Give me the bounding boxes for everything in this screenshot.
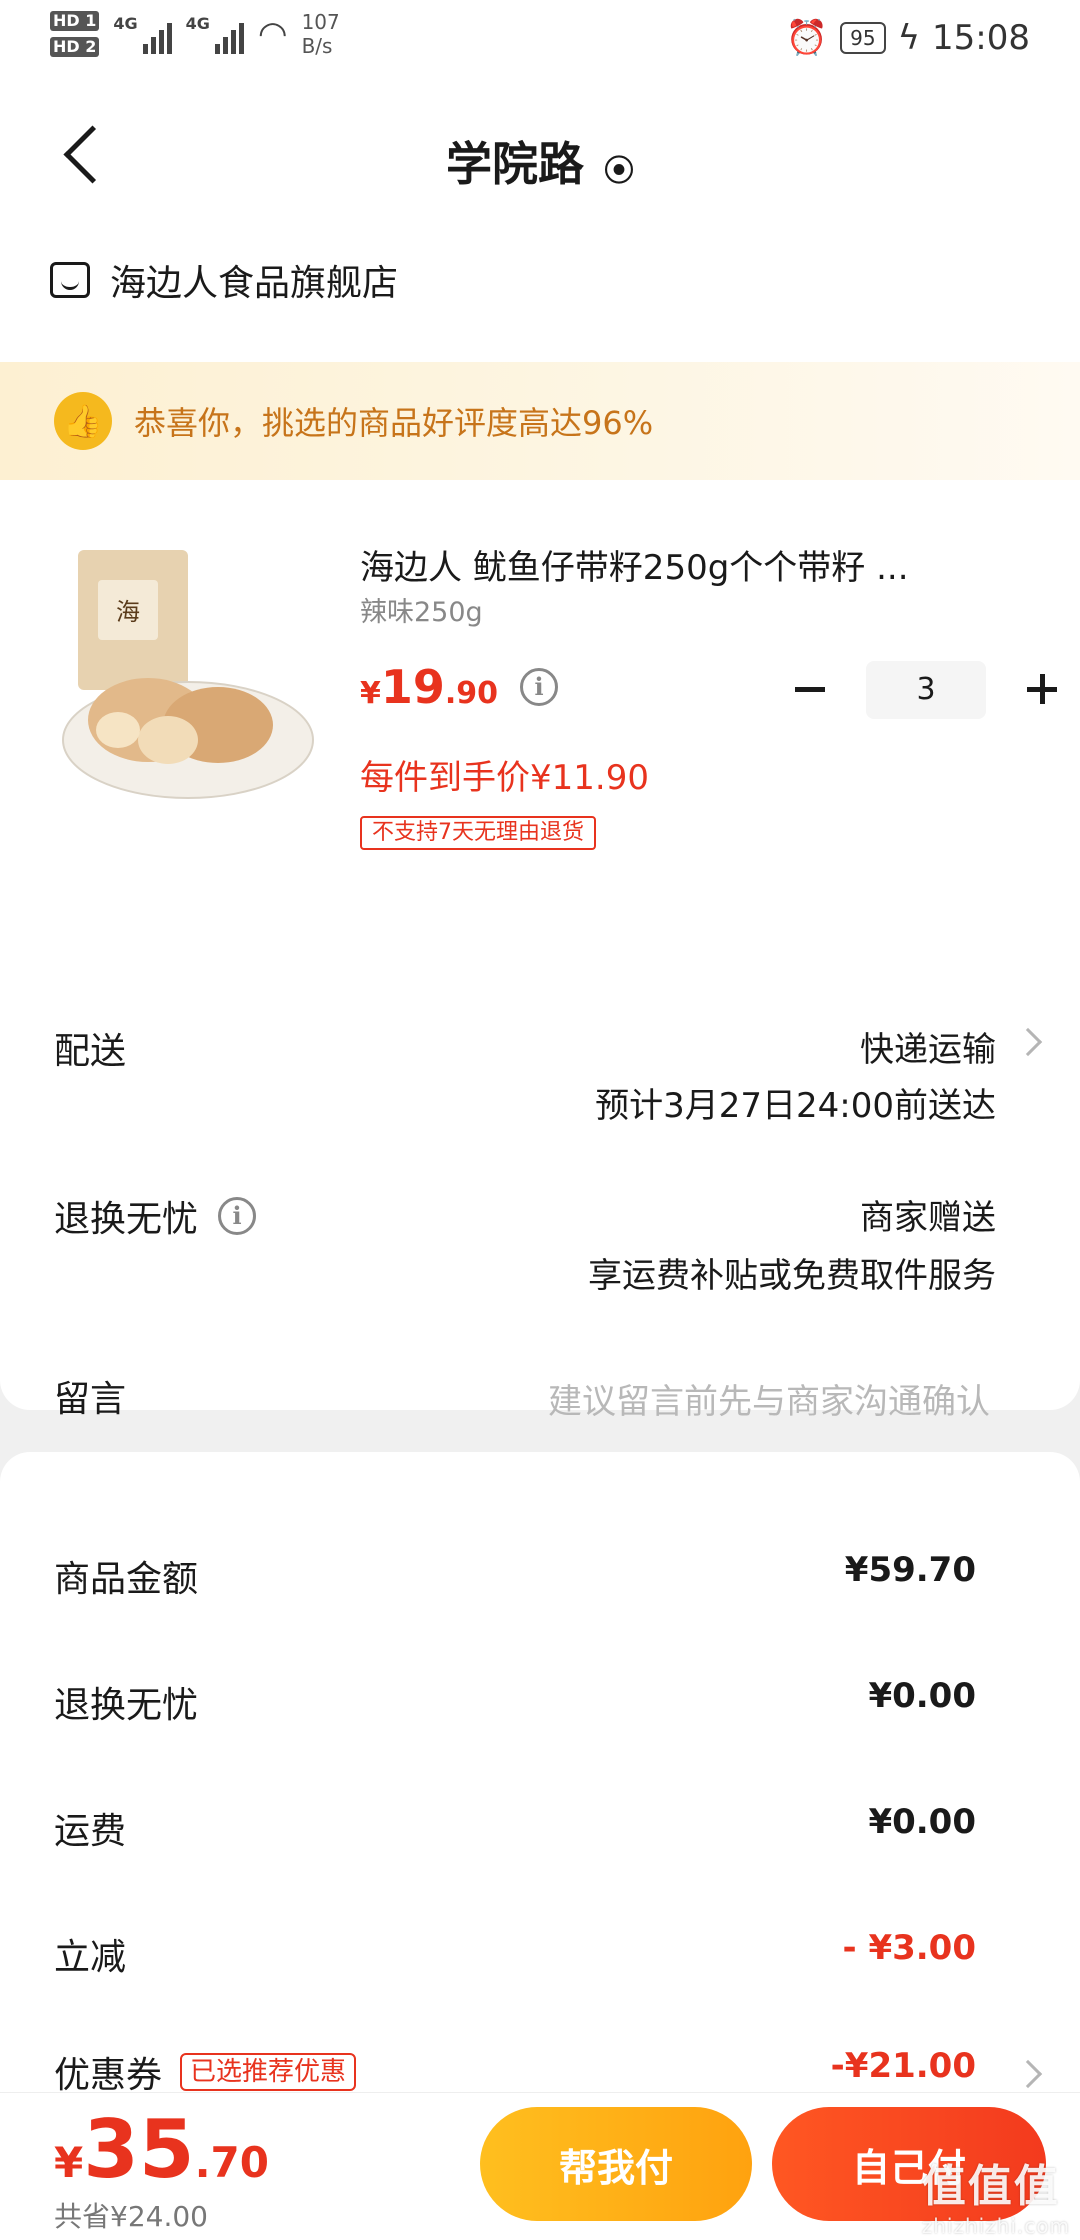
price-currency: ¥: [360, 676, 381, 711]
network-1-label: 4G: [113, 14, 138, 33]
delivery-method: 快递运输: [860, 1030, 996, 1070]
location-pin-icon: ⦿: [604, 153, 634, 189]
no-return-tag: 不支持7天无理由退货: [360, 816, 596, 850]
quantity-stepper: 3: [780, 660, 1072, 720]
alarm-icon: ⏰: [785, 18, 829, 58]
status-right: ⏰ 95 ϟ 15:08: [786, 18, 1030, 58]
total-integer: 35: [83, 2103, 195, 2196]
network-speed: 107 B/s: [302, 10, 340, 58]
summary-value: ¥0.00: [868, 1676, 976, 1716]
product-spec[interactable]: 辣味250g: [360, 590, 483, 629]
note-label: 留言: [54, 1379, 127, 1420]
wifi-icon: ◠: [257, 14, 288, 54]
product-image[interactable]: 海: [58, 540, 318, 810]
total-decimal: .70: [194, 2138, 269, 2187]
watermark-text: 值值值: [921, 2161, 1060, 2212]
store-row[interactable]: 海边人食品旗舰店: [50, 250, 398, 310]
summary-label: 商品金额: [54, 1559, 199, 1600]
sim1-badge: HD 1: [50, 11, 100, 31]
nav-bar: 学院路 ⦿: [0, 80, 1080, 230]
refund-info-icon[interactable]: i: [218, 1197, 257, 1235]
increase-quantity-button[interactable]: [1012, 660, 1072, 720]
total-price: ¥ 35 .70: [54, 2103, 269, 2196]
chevron-right-icon: [1013, 2059, 1043, 2089]
checkout-bar: ¥ 35 .70 共省¥24.00 帮我付 自己付: [0, 2092, 1080, 2240]
address-title[interactable]: 学院路 ⦿: [0, 128, 1080, 194]
quantity-input[interactable]: 3: [866, 661, 986, 719]
thumbs-up-icon: 👍: [54, 392, 112, 450]
help-pay-button[interactable]: 帮我付: [480, 2107, 752, 2221]
rating-banner: 👍 恭喜你，挑选的商品好评度高达96%: [0, 362, 1080, 480]
summary-label: 优惠券: [54, 2055, 163, 2096]
watermark-logo: 值值值 zhizhizhi.com: [922, 2150, 1070, 2238]
svg-text:海: 海: [116, 598, 140, 626]
summary-value: ¥59.70: [844, 1550, 976, 1590]
coupon-label: 优惠券 已选推荐优惠: [54, 2046, 357, 2098]
delivery-row[interactable]: 配送 快递运输 预计3月27日24:00前送达: [0, 1010, 1080, 1160]
unit-price: 每件到手价¥11.90: [360, 758, 649, 798]
summary-row-goods: 商品金额 ¥59.70: [0, 1550, 1080, 1610]
price-summary: 商品金额 ¥59.70 退换无忧 ¥0.00 运费 ¥0.00 立减 - ¥3.…: [0, 1452, 1080, 2096]
coupon-tag: 已选推荐优惠: [180, 2053, 357, 2091]
order-card: 学院路 ⦿ 海边人食品旗舰店 👍 恭喜你，挑选的商品好评度高达96% 海 海边人 …: [0, 80, 1080, 1422]
note-row: 留言 建议留言前先与商家沟通确认: [0, 1370, 1080, 1430]
battery-icon: 95: [840, 22, 886, 54]
summary-row-shipping: 运费 ¥0.00: [0, 1802, 1080, 1862]
summary-value: - ¥3.00: [842, 1928, 977, 1968]
saved-amount: 共省¥24.00: [54, 2200, 208, 2233]
note-input[interactable]: 建议留言前先与商家沟通确认: [548, 1374, 990, 1423]
refund-description: 享运费补贴或免费取件服务: [588, 1256, 996, 1296]
address-text: 学院路: [446, 137, 584, 191]
status-bar: HD 1 HD 2 4G 4G ◠ 107 B/s ⏰ 95 ϟ 15:08: [0, 0, 1080, 80]
product-price: ¥ 19 .90 i: [360, 660, 559, 714]
refund-value: 商家赠送: [860, 1198, 996, 1238]
charging-icon: ϟ: [897, 18, 921, 58]
total-currency: ¥: [54, 2138, 84, 2187]
refund-label-text: 退换无忧: [54, 1199, 199, 1240]
clock: 15:08: [932, 18, 1030, 58]
summary-value: -¥21.00: [830, 2046, 976, 2086]
price-info-icon[interactable]: i: [520, 668, 559, 706]
price-integer: 19: [380, 660, 445, 714]
signal-2-icon: 4G: [186, 14, 244, 54]
sim2-badge: HD 2: [50, 37, 100, 57]
price-decimal: .90: [444, 676, 499, 711]
summary-value: ¥0.00: [868, 1802, 976, 1842]
sim-indicators: HD 1 HD 2: [50, 11, 100, 57]
signal-1-icon: 4G: [113, 14, 172, 54]
summary-label: 退换无忧: [54, 1685, 199, 1726]
chevron-right-icon: [1013, 1027, 1043, 1057]
status-left: HD 1 HD 2 4G 4G ◠ 107 B/s: [50, 10, 340, 58]
summary-label: 立减: [54, 1937, 127, 1978]
network-2-label: 4G: [185, 14, 210, 33]
watermark-subtext: zhizhizhi.com: [921, 2214, 1070, 2238]
product-title[interactable]: 海边人 鱿鱼仔带籽250g个个带籽 ...: [360, 540, 980, 589]
refund-row: 退换无忧 i 商家赠送 享运费补贴或免费取件服务: [0, 1190, 1080, 1330]
product-item: 海 海边人 鱿鱼仔带籽250g个个带籽 ... 辣味250g ¥ 19 .90 …: [0, 520, 1080, 850]
speed-unit: B/s: [301, 34, 333, 58]
speed-value: 107: [301, 10, 340, 34]
summary-row-discount: 立减 - ¥3.00: [0, 1928, 1080, 1988]
store-icon: [50, 262, 90, 298]
banner-text: 恭喜你，挑选的商品好评度高达96%: [134, 404, 654, 442]
decrease-quantity-button[interactable]: [780, 660, 840, 720]
summary-label: 运费: [54, 1811, 127, 1852]
delivery-label: 配送: [54, 1031, 127, 1072]
store-name: 海边人食品旗舰店: [110, 263, 399, 304]
refund-label: 退换无忧 i: [54, 1190, 257, 1242]
delivery-eta: 预计3月27日24:00前送达: [595, 1086, 996, 1126]
summary-row-refund: 退换无忧 ¥0.00: [0, 1676, 1080, 1736]
